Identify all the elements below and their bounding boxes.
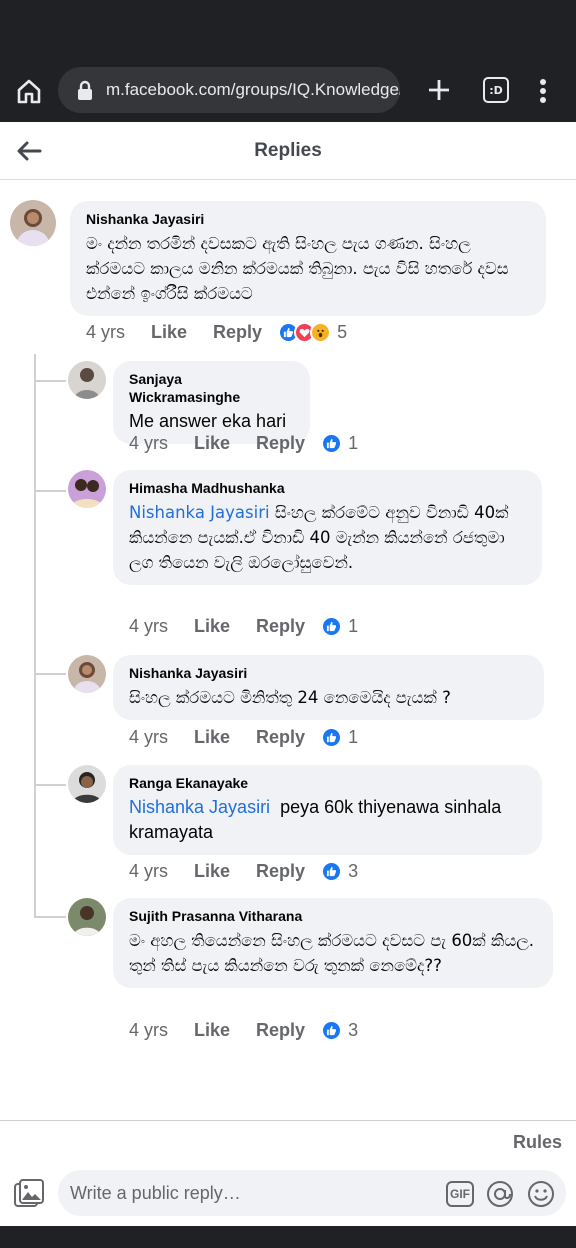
like-button[interactable]: Like [194, 433, 230, 454]
page-title: Replies [254, 140, 322, 161]
reaction-count[interactable]: 3 [348, 1020, 358, 1041]
comment-bubble: Himasha Madhushanka Nishanka Jayasiri සි… [113, 470, 542, 585]
new-tab-icon[interactable] [424, 75, 454, 105]
comment-author[interactable]: Himasha Madhushanka [129, 479, 526, 497]
gif-button[interactable]: GIF [446, 1181, 474, 1207]
avatar[interactable] [68, 765, 106, 803]
like-button[interactable]: Like [194, 616, 230, 637]
comment-author[interactable]: Nishanka Jayasiri [86, 210, 530, 228]
comment-text: සිංහල ක්රමයට මිනිත්තු 24 නෙමෙයිද පැයක් ? [129, 688, 451, 707]
comment-bubble: Nishanka Jayasiri මං දන්න තරමින් දවසකට ඇ… [70, 201, 546, 316]
comment-time[interactable]: 4 yrs [129, 616, 168, 637]
comment-bubble: Ranga Ekanayake Nishanka Jayasiri peya 6… [113, 765, 542, 855]
comment-time[interactable]: 4 yrs [129, 861, 168, 882]
rules-link[interactable]: Rules [513, 1132, 562, 1153]
reaction-count[interactable]: 1 [348, 727, 358, 748]
comment-actions: 4 yrs Like Reply 1 [129, 614, 358, 638]
comment-author[interactable]: Sujith Prasanna Vitharana [129, 907, 537, 925]
avatar[interactable] [68, 361, 106, 399]
mention-link[interactable]: Nishanka Jayasiri [129, 503, 270, 522]
reply-button[interactable]: Reply [256, 1020, 305, 1041]
thread-branch [34, 916, 66, 918]
avatar[interactable] [10, 200, 56, 246]
reaction-count[interactable]: 1 [348, 433, 358, 454]
avatar[interactable] [68, 470, 106, 508]
like-reaction-icon [321, 726, 343, 748]
home-icon[interactable] [12, 75, 46, 107]
comment-text: මං දන්න තරමින් දවසකට ඇති සිංහල පැය ගණන. … [86, 234, 509, 303]
reply-button[interactable]: Reply [256, 433, 305, 454]
thread-line [34, 354, 36, 918]
comment-author[interactable]: Nishanka Jayasiri [129, 664, 528, 682]
reaction-count[interactable]: 1 [348, 616, 358, 637]
tab-switcher-button[interactable]: :D [483, 77, 509, 103]
lock-icon [78, 80, 92, 100]
thread-branch [34, 490, 66, 492]
reaction-count[interactable]: 3 [348, 861, 358, 882]
avatar[interactable] [68, 898, 106, 936]
like-reaction-icon [321, 432, 343, 454]
avatar[interactable] [68, 655, 106, 693]
more-menu-icon[interactable] [532, 75, 554, 107]
comment-time[interactable]: 4 yrs [86, 322, 125, 343]
comment-time[interactable]: 4 yrs [129, 727, 168, 748]
reply-button[interactable]: Reply [256, 861, 305, 882]
like-button[interactable]: Like [194, 861, 230, 882]
like-reaction-icon [321, 615, 343, 637]
reply-button[interactable]: Reply [213, 322, 262, 343]
comment-actions: 4 yrs Like Reply 1 [129, 431, 358, 455]
comment-bubble: Nishanka Jayasiri සිංහල ක්රමයට මිනිත්තු … [113, 655, 544, 720]
thread-branch [34, 784, 66, 786]
composer-divider [0, 1120, 576, 1121]
photo-icon[interactable] [12, 1178, 46, 1210]
thread-branch [34, 673, 66, 675]
comment-actions: 4 yrs Like Reply 3 [129, 1018, 358, 1042]
like-button[interactable]: Like [151, 322, 187, 343]
status-bar [0, 0, 576, 60]
url-text: m.facebook.com/groups/IQ.Knowledge/p [106, 80, 400, 99]
like-reaction-icon [321, 1019, 343, 1041]
reply-button[interactable]: Reply [256, 727, 305, 748]
comment-author[interactable]: Sanjaya Wickramasinghe [129, 370, 294, 406]
like-reaction-icon [321, 860, 343, 882]
like-button[interactable]: Like [194, 727, 230, 748]
mention-icon[interactable] [486, 1180, 514, 1208]
comment-actions: 4 yrs Like Reply 5 [86, 320, 347, 344]
system-nav-bar [0, 1226, 576, 1248]
wow-reaction-icon [310, 321, 332, 343]
thread-branch [34, 380, 66, 382]
like-button[interactable]: Like [194, 1020, 230, 1041]
comment-time[interactable]: 4 yrs [129, 433, 168, 454]
browser-toolbar: m.facebook.com/groups/IQ.Knowledge/p :D [0, 60, 576, 122]
emoji-icon[interactable] [527, 1180, 555, 1208]
page-header: Replies [0, 122, 576, 180]
comment-actions: 4 yrs Like Reply 3 [129, 859, 358, 883]
comment-time[interactable]: 4 yrs [129, 1020, 168, 1041]
comment-actions: 4 yrs Like Reply 1 [129, 725, 358, 749]
mention-link[interactable]: Nishanka Jayasiri [129, 797, 270, 817]
reaction-count[interactable]: 5 [337, 322, 347, 343]
comment-author[interactable]: Ranga Ekanayake [129, 774, 526, 792]
comment-bubble: Sujith Prasanna Vitharana මං අහල තියෙන්න… [113, 898, 553, 988]
comment-text: මං අහල තියෙන්නෙ සිංහල ක්රමයට දවසට පැ 60ක… [129, 931, 535, 975]
address-bar[interactable]: m.facebook.com/groups/IQ.Knowledge/p [58, 67, 400, 113]
reply-button[interactable]: Reply [256, 616, 305, 637]
